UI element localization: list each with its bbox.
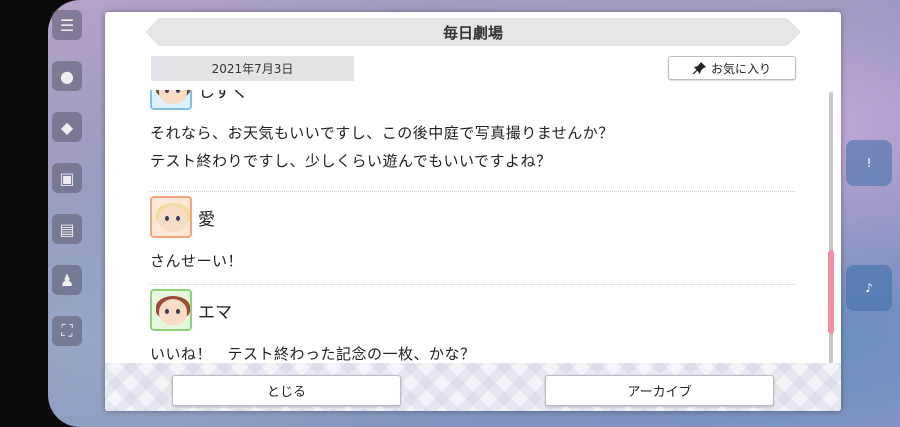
message-line: テスト終わりですし、少しくらい遊んでもいいですよね？ [150,152,552,170]
date-label: 2021年7月3日 [151,56,354,81]
scrollbar-thumb[interactable] [828,250,834,334]
member-icon[interactable]: ♟ [52,265,82,295]
expand-icon[interactable]: ⛶ [52,316,82,346]
favorite-button[interactable]: お気に入り [668,56,796,80]
archive-button[interactable]: アーカイブ [545,375,774,406]
divider [150,284,795,285]
speaker-name: エマ [198,302,232,323]
hamburger-menu-icon[interactable]: ☰ [52,10,82,40]
message-ai: 愛 さんせーい！ [150,196,795,275]
divider [150,191,795,192]
message-shizuku: しずく それなら、お天気もいいですし、この後中庭で写真撮りませんか？ テスト終わ… [150,90,795,175]
speaker-name: しずく [198,90,249,102]
present-icon[interactable]: ◆ [52,112,82,142]
gift-icon[interactable]: ▣ [52,163,82,193]
chat-icon[interactable]: ● [52,61,82,91]
avatar-emma [150,289,192,331]
avatar-shizuku [150,90,192,110]
event-icon[interactable]: ! [846,140,892,186]
message-line: それなら、お天気もいいですし、この後中庭で写真撮りませんか？ [150,124,614,142]
message-list[interactable]: しずく それなら、お天気もいいですし、この後中庭で写真撮りませんか？ テスト終わ… [150,90,795,366]
close-button[interactable]: とじる [172,375,401,406]
favorite-label: お気に入り [710,61,771,76]
speaker-name: 愛 [198,209,215,230]
camera-icon[interactable]: ▤ [52,214,82,244]
avatar-ai [150,196,192,238]
message-emma: エマ いいね！ テスト終わった記念の一枚、かな？ [150,289,795,366]
daily-theater-dialog: 毎日劇場 2021年7月3日 お気に入り しずく それなら、お天気もいいですし、… [105,12,841,411]
live-icon[interactable]: ♪ [846,265,892,311]
message-line: さんせーい！ [150,252,244,270]
side-menu: ☰ ● ◆ ▣ ▤ ♟ ⛶ [52,10,88,367]
pin-icon [692,61,707,75]
dialog-title: 毎日劇場 [145,18,801,46]
